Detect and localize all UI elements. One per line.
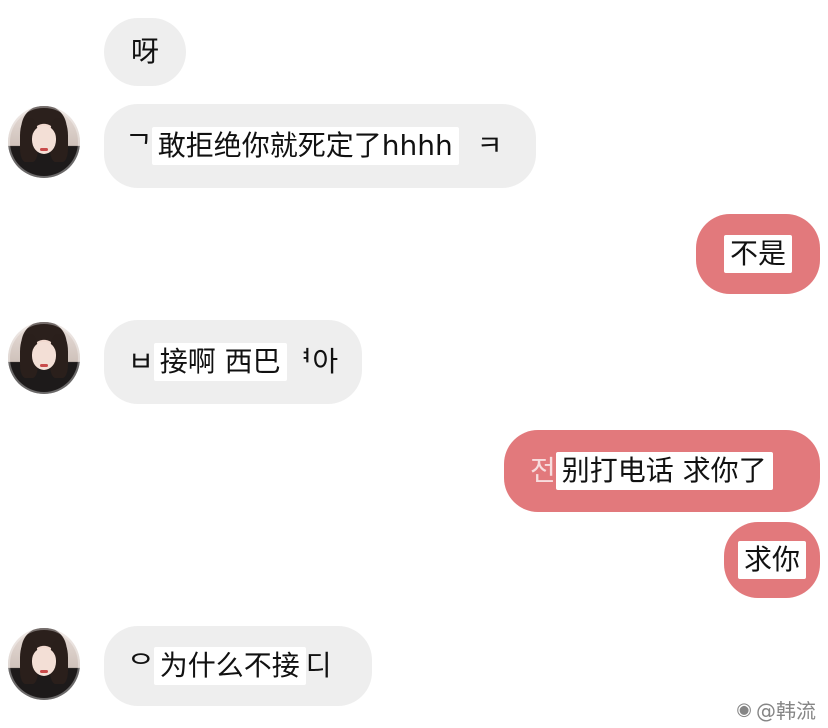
message-suffix-glyph: 디 xyxy=(305,649,332,682)
message-text: 别打电话 求你了 xyxy=(555,452,773,490)
message-prefix-glyph: ㅂ xyxy=(128,345,154,378)
message-prefix-glyph: ᄀ xyxy=(126,129,152,162)
message-text: 为什么不接 xyxy=(153,647,306,685)
outgoing-message-5[interactable]: 전 别打电话 求你了 xyxy=(504,430,820,512)
message-prefix-glyph: 전 xyxy=(530,454,556,487)
weibo-icon: ◉ xyxy=(736,699,752,720)
message-prefix-glyph: ᄋ xyxy=(128,649,154,682)
contact-avatar[interactable] xyxy=(8,322,80,394)
message-text: 求你 xyxy=(737,541,806,579)
message-text: 敢拒绝你就死定了hhhh xyxy=(151,127,459,165)
message-text: 接啊 西巴 xyxy=(153,343,287,381)
incoming-message-1[interactable]: 呀 xyxy=(104,18,186,86)
outgoing-message-3[interactable]: 不是 xyxy=(696,214,820,294)
incoming-message-7[interactable]: ᄋ 为什么不接 디 xyxy=(104,626,372,706)
watermark: ◉ @韩流 xyxy=(736,695,816,724)
message-suffix-glyph: ᅧ아 xyxy=(286,345,339,378)
contact-avatar[interactable] xyxy=(8,106,80,178)
incoming-message-2[interactable]: ᄀ 敢拒绝你就死定了hhhh ㅋ xyxy=(104,104,536,188)
contact-avatar[interactable] xyxy=(8,628,80,700)
message-suffix-glyph: ㅋ xyxy=(476,129,503,162)
message-text: 呀 xyxy=(130,35,159,68)
incoming-message-4[interactable]: ㅂ 接啊 西巴 ᅧ아 xyxy=(104,320,362,404)
message-text: 不是 xyxy=(723,235,792,273)
outgoing-message-6[interactable]: 求你 xyxy=(724,522,820,598)
watermark-text: @韩流 xyxy=(756,699,816,723)
